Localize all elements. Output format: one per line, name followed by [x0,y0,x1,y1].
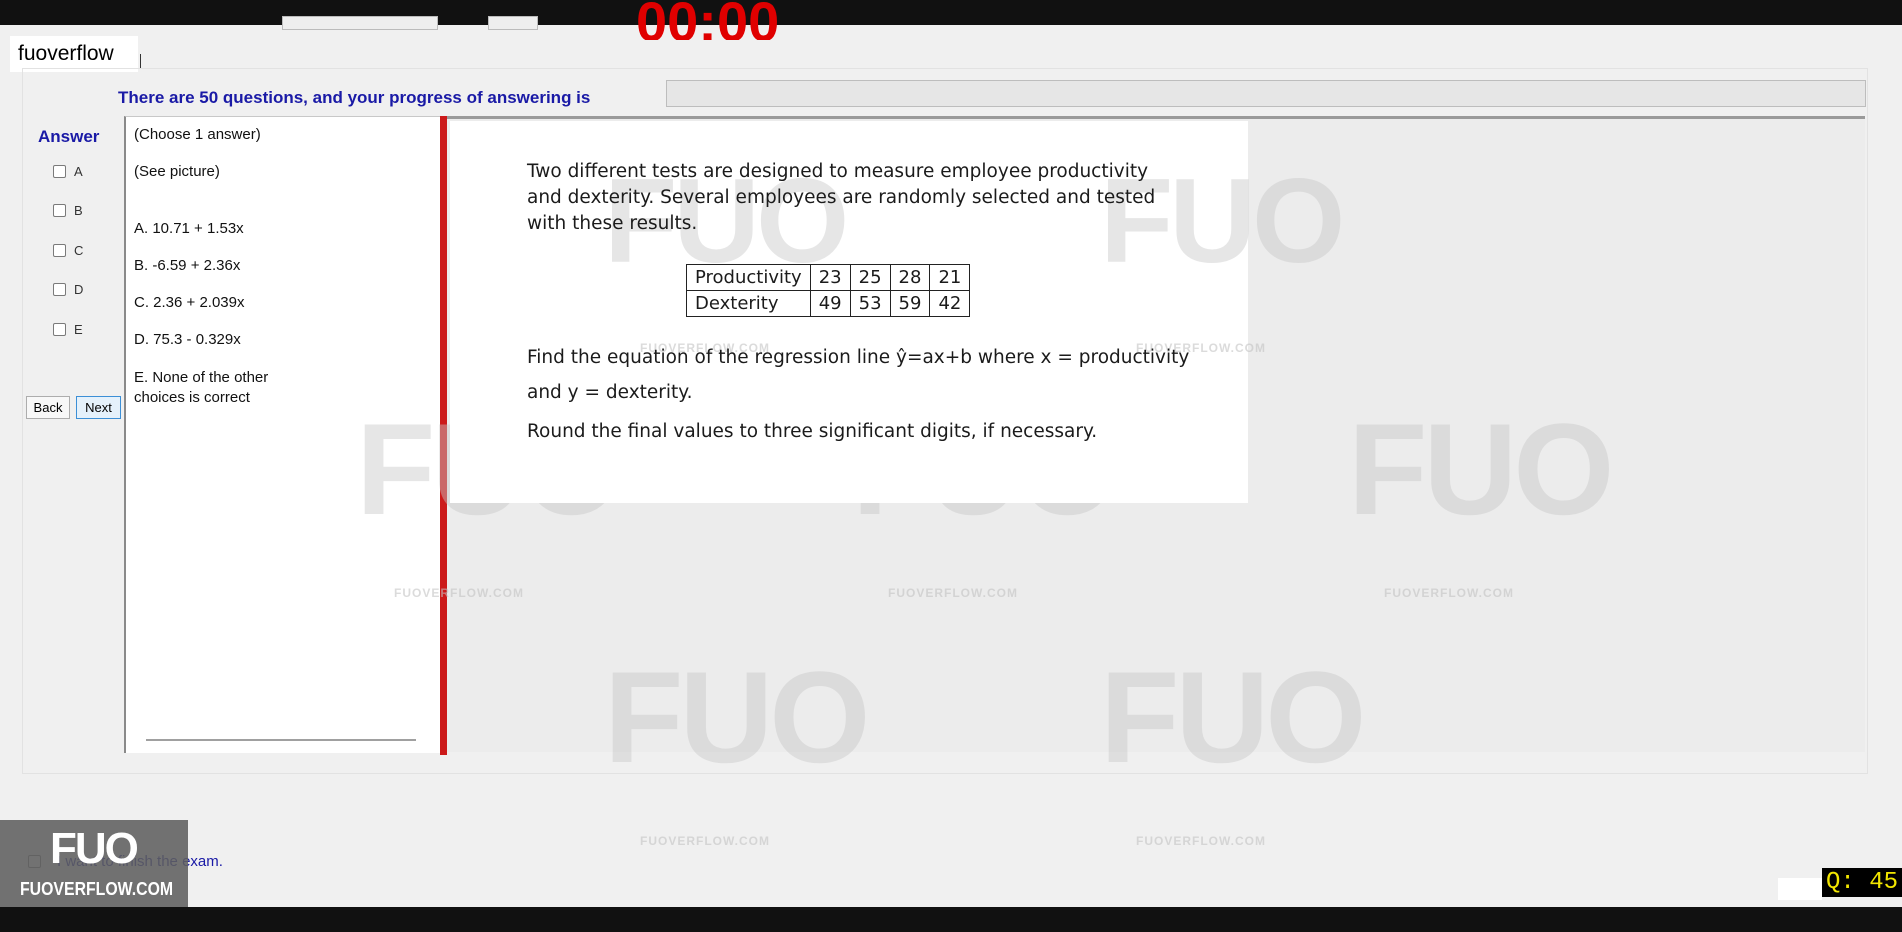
answer-choice-c[interactable]: C [53,241,83,259]
logo-text: FUOVERFLOW.COM [20,879,174,899]
horizontal-scrollbar[interactable] [146,739,416,741]
watermark-text: FUOVERFLOW.COM [1136,834,1266,848]
choice-label: B [74,202,83,218]
logo-mark: FUO [50,824,139,873]
watermark-logo: FUO [604,644,870,790]
table-cell: 23 [809,264,851,291]
option-b-text: B. -6.59 + 2.36x [134,257,241,274]
option-c-text: C. 2.36 + 2.039x [134,294,245,311]
choose-instruction: (Choose 1 answer) [134,126,261,143]
question-prompt-line3: Round the final values to three signific… [527,421,1098,442]
checkbox[interactable] [53,282,66,296]
watermark-text: FUOVERFLOW.COM [394,586,524,600]
watermark-logo: FUO [1100,644,1366,790]
table-row: Productivity 23 25 28 21 [686,264,971,291]
back-button[interactable]: Back [26,396,70,419]
brand-tab[interactable]: fuoverflow [10,36,138,72]
see-picture-note: (See picture) [134,163,220,180]
table-row-header: Dexterity [686,290,811,317]
checkbox[interactable] [53,243,66,257]
checkbox[interactable] [53,164,66,178]
checkbox[interactable] [53,322,66,336]
watermark-text: FUOVERFLOW.COM [1384,586,1514,600]
question-intro-line3: with these results. [527,213,698,234]
next-button[interactable]: Next [76,396,121,419]
answer-title: Answer [38,127,100,146]
option-d-text: D. 75.3 - 0.329x [134,331,241,348]
answer-choice-b[interactable]: B [53,201,83,219]
choice-label: C [74,242,84,258]
question-prompt-line1: Find the equation of the regression line… [527,347,1190,368]
question-prompt-line2: and y = dexterity. [527,382,693,403]
watermark-logo: FUO [1348,396,1614,542]
question-intro-line1: Two different tests are designed to meas… [527,161,1149,182]
table-row: Dexterity 49 53 59 42 [686,290,971,317]
option-e-text-line2: choices is correct [134,389,250,406]
progress-bar [666,80,1866,107]
answer-choice-d[interactable]: D [53,280,83,298]
bottom-black-bar [0,907,1902,932]
table-cell: 21 [929,264,971,291]
header-small-field[interactable] [488,16,538,30]
answer-choice-e[interactable]: E [53,320,83,338]
choice-label: D [74,281,84,297]
progress-label: There are 50 questions, and your progres… [118,88,591,107]
question-intro-line2: and dexterity. Several employees are ran… [527,187,1156,208]
watermark-text: FUOVERFLOW.COM [888,586,1018,600]
table-cell: 59 [889,290,931,317]
choice-label: E [74,321,83,337]
choice-label: A [74,163,83,179]
question-counter: Q: 45 [1822,868,1902,897]
counter-field [1778,878,1822,900]
watermark-text: FUOVERFLOW.COM [640,834,770,848]
table-cell: 42 [929,290,971,317]
header-combo-box[interactable] [282,16,438,30]
checkbox[interactable] [53,203,66,217]
table-cell: 25 [849,264,891,291]
answer-choice-a[interactable]: A [53,162,83,180]
table-cell: 49 [809,290,851,317]
table-cell: 28 [889,264,931,291]
exam-timer: 00:00 [636,0,780,40]
text-cursor [140,54,141,68]
table-cell: 53 [849,290,891,317]
data-table: Productivity 23 25 28 21 Dexterity 49 53… [686,264,971,317]
table-row-header: Productivity [686,264,811,291]
option-a-text: A. 10.71 + 1.53x [134,220,244,237]
option-e-text-line1: E. None of the other [134,369,269,386]
